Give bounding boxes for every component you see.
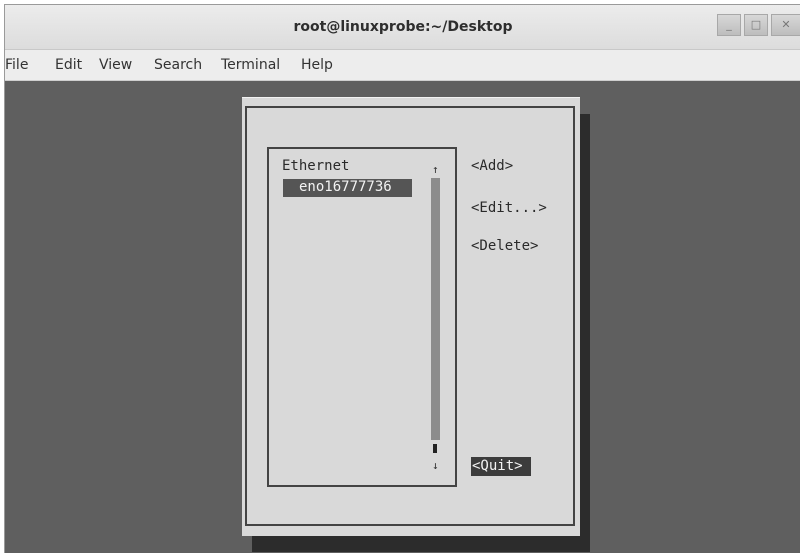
minimize-icon[interactable]: _ bbox=[717, 14, 741, 36]
menu-bar: File Edit View Search Terminal Help bbox=[5, 50, 800, 81]
maximize-icon[interactable]: □ bbox=[744, 14, 768, 36]
menu-edit[interactable]: Edit bbox=[55, 57, 82, 73]
edit-button[interactable]: <Edit...> bbox=[471, 200, 547, 216]
add-button[interactable]: <Add> bbox=[471, 158, 513, 174]
title-bar[interactable]: root@linuxprobe:~/Desktop _ □ ✕ bbox=[5, 5, 800, 50]
scroll-down-icon[interactable]: ↓ bbox=[432, 459, 439, 472]
close-icon[interactable]: ✕ bbox=[771, 14, 800, 36]
connection-list[interactable] bbox=[267, 147, 457, 487]
list-item[interactable]: eno16777736 bbox=[299, 179, 392, 195]
menu-terminal[interactable]: Terminal bbox=[221, 57, 280, 73]
menu-view[interactable]: View bbox=[99, 57, 132, 73]
quit-button[interactable]: <Quit> bbox=[472, 458, 523, 474]
window-title: root@linuxprobe:~/Desktop bbox=[293, 19, 513, 35]
scroll-up-icon[interactable]: ↑ bbox=[432, 163, 439, 176]
menu-file[interactable]: File bbox=[5, 57, 28, 73]
menu-help[interactable]: Help bbox=[301, 57, 333, 73]
menu-search[interactable]: Search bbox=[154, 57, 202, 73]
scrollbar-track[interactable] bbox=[431, 178, 440, 440]
scrollbar-thumb[interactable] bbox=[433, 444, 437, 453]
delete-button[interactable]: <Delete> bbox=[471, 238, 538, 254]
list-header-ethernet: Ethernet bbox=[282, 158, 350, 174]
